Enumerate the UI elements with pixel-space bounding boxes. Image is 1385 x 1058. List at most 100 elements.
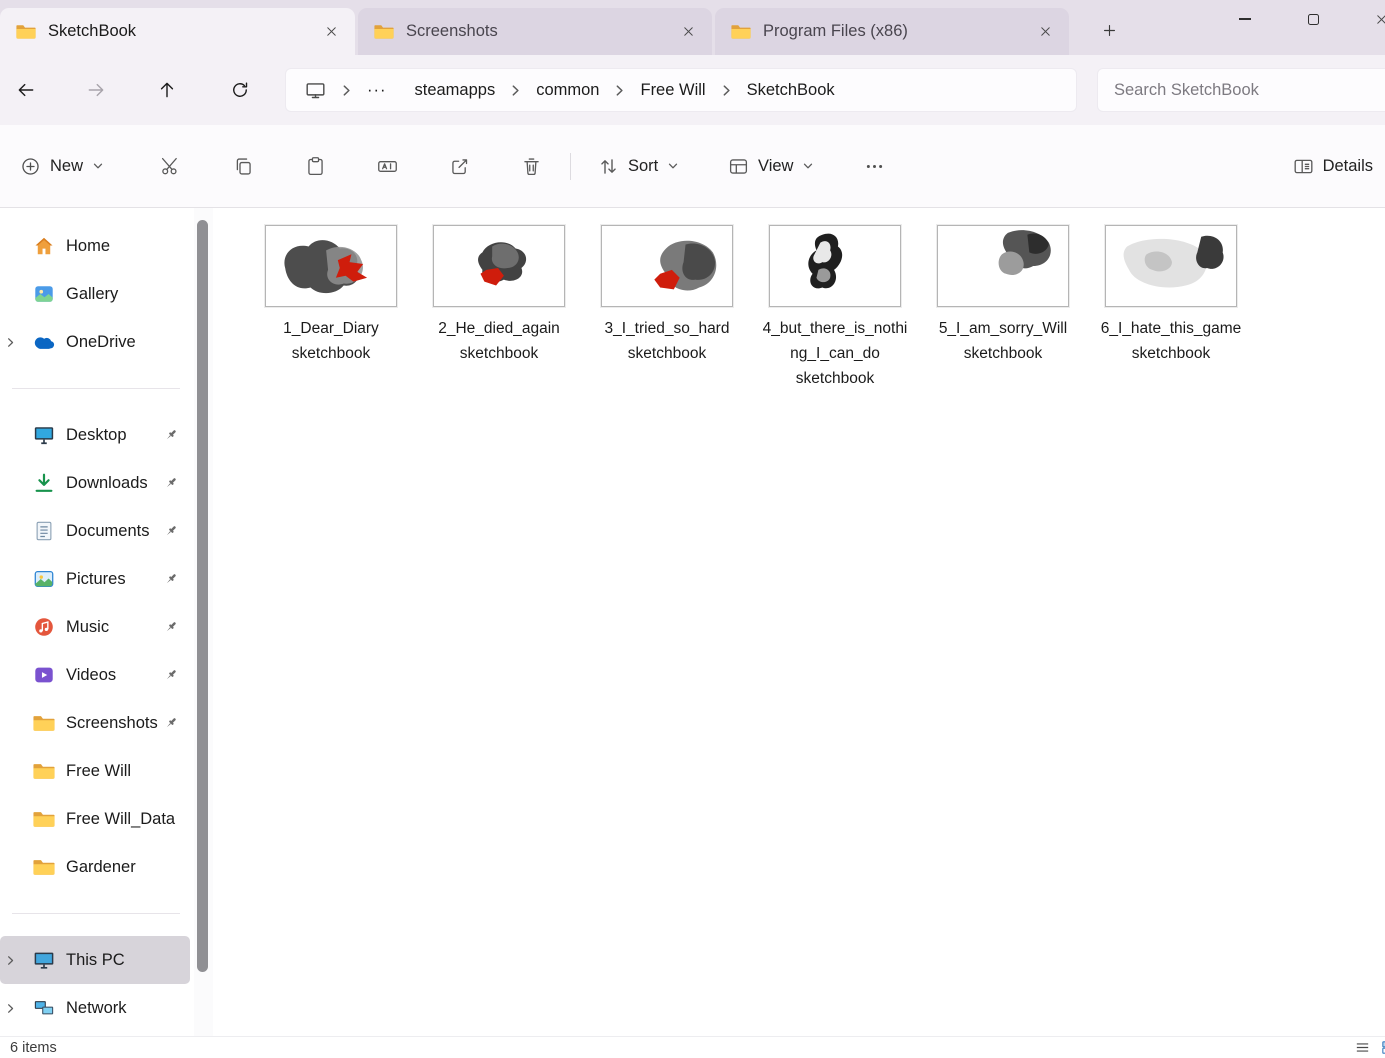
sort-arrows-icon (598, 156, 619, 177)
tab-sketchbook[interactable]: SketchBook (0, 8, 355, 55)
new-tab-button[interactable] (1091, 13, 1127, 47)
sidebar-item-onedrive[interactable]: OneDrive (0, 318, 190, 366)
paste-button[interactable] (293, 146, 337, 186)
downloads-icon (33, 472, 55, 494)
breadcrumb-this-pc[interactable] (294, 74, 337, 106)
view-button[interactable]: View (716, 146, 826, 186)
chevron-right-icon[interactable] (340, 84, 353, 97)
sidebar-item-label: Network (66, 998, 127, 1017)
sketch-image (998, 230, 1051, 276)
sidebar-item-pictures[interactable]: Pictures (0, 555, 190, 603)
details-view-toggle[interactable] (1350, 1037, 1374, 1058)
scissors-icon (160, 156, 181, 177)
up-button[interactable] (148, 72, 186, 108)
sidebar-item-downloads[interactable]: Downloads (0, 459, 190, 507)
sidebar-item-videos[interactable]: Videos (0, 651, 190, 699)
file-list-area[interactable]: 1_Dear_Diary sketchbook 2_He_died_again … (213, 208, 1385, 1036)
copy-button[interactable] (221, 146, 265, 186)
folder-icon (731, 23, 751, 40)
details-button[interactable]: Details (1283, 146, 1383, 186)
sidebar-item-label: Videos (66, 665, 117, 684)
search-input[interactable] (1098, 69, 1385, 111)
breadcrumb-overflow[interactable]: ··· (356, 74, 397, 106)
delete-button[interactable] (509, 146, 553, 186)
breadcrumb-item-common[interactable]: common (525, 74, 610, 106)
file-item[interactable]: 4_but_there_is_nothing_I_can_do sketchbo… (759, 224, 911, 391)
sidebar: Home Gallery OneDrive Desktop Downloads … (0, 208, 192, 1036)
file-name: 4_but_there_is_nothing_I_can_do sketchbo… (762, 320, 908, 387)
sidebar-divider (12, 913, 180, 914)
clipboard-icon (305, 156, 326, 177)
breadcrumb-item-free-will[interactable]: Free Will (629, 74, 716, 106)
tab-screenshots[interactable]: Screenshots (358, 8, 712, 55)
close-window-button[interactable] (1358, 0, 1385, 38)
sidebar-scrollbar[interactable] (194, 208, 213, 1036)
tab-program-files[interactable]: Program Files (x86) (715, 8, 1069, 55)
sidebar-item-home[interactable]: Home (0, 222, 190, 270)
file-item[interactable]: 2_He_died_again sketchbook (423, 224, 575, 366)
sidebar-item-this-pc[interactable]: This PC (0, 936, 190, 984)
rename-button[interactable] (365, 146, 409, 186)
maximize-button[interactable] (1290, 0, 1336, 38)
sidebar-item-network[interactable]: Network (0, 984, 190, 1032)
videos-icon (33, 664, 55, 686)
view-grid-icon (728, 156, 749, 177)
more-options-button[interactable] (852, 146, 896, 186)
tab-strip: SketchBook Screenshots Program Files (x8… (0, 0, 1385, 55)
tab-close-button[interactable] (317, 18, 345, 46)
thumbnail-view-toggle[interactable] (1376, 1037, 1385, 1058)
file-thumbnail (1104, 224, 1238, 308)
file-item[interactable]: 5_I_am_sorry_Will sketchbook (927, 224, 1079, 366)
file-item[interactable]: 1_Dear_Diary sketchbook (255, 224, 407, 366)
sketch-image (284, 240, 368, 294)
folder-icon (33, 808, 55, 830)
breadcrumb-item-sketchbook[interactable]: SketchBook (736, 74, 846, 106)
chevron-slot (0, 955, 20, 966)
file-item[interactable]: 3_I_tried_so_hard sketchbook (591, 224, 743, 366)
sidebar-item-music[interactable]: Music (0, 603, 190, 651)
forward-button[interactable] (77, 72, 115, 108)
minimize-button[interactable] (1222, 0, 1268, 38)
pictures-icon (33, 568, 55, 590)
sidebar-item-screenshots[interactable]: Screenshots (0, 699, 190, 747)
sort-button[interactable]: Sort (586, 146, 691, 186)
toolbar-divider (570, 153, 571, 180)
maximize-icon (1307, 13, 1319, 25)
sidebar-item-documents[interactable]: Documents (0, 507, 190, 555)
chevron-right-icon[interactable] (5, 337, 16, 348)
thumbnail-view-icon (1380, 1039, 1385, 1056)
scrollbar-thumb[interactable] (197, 220, 208, 972)
sidebar-item-gallery[interactable]: Gallery (0, 270, 190, 318)
sketch-image (1123, 235, 1224, 288)
sidebar-item-free-will-data[interactable]: Free Will_Data (0, 795, 190, 843)
back-button[interactable] (7, 72, 45, 108)
share-button[interactable] (437, 146, 481, 186)
sidebar-item-label: Gardener (66, 857, 136, 876)
sidebar-item-free-will[interactable]: Free Will (0, 747, 190, 795)
folder-icon (33, 760, 55, 782)
chevron-right-icon[interactable] (5, 955, 16, 966)
list-view-icon (1354, 1039, 1371, 1056)
trash-icon (521, 156, 542, 177)
new-button[interactable]: New (8, 146, 116, 186)
file-thumbnail (768, 224, 902, 308)
chevron-right-icon[interactable] (720, 84, 733, 97)
sketch-image (478, 242, 527, 286)
close-icon (324, 24, 339, 39)
tab-close-button[interactable] (674, 18, 702, 46)
sidebar-item-gardener[interactable]: Gardener (0, 843, 190, 891)
pin-icon (164, 572, 178, 586)
sidebar-item-desktop[interactable]: Desktop (0, 411, 190, 459)
refresh-button[interactable] (221, 72, 259, 108)
breadcrumb-item-steamapps[interactable]: steamapps (403, 74, 506, 106)
chevron-right-icon[interactable] (613, 84, 626, 97)
file-item[interactable]: 6_I_hate_this_game sketchbook (1095, 224, 1247, 366)
sort-button-label: Sort (628, 156, 659, 175)
tab-close-button[interactable] (1031, 18, 1059, 46)
chevron-right-icon[interactable] (509, 84, 522, 97)
chevron-right-icon[interactable] (5, 1003, 16, 1014)
sidebar-item-label: Documents (66, 521, 150, 540)
item-count: 6 items (10, 1040, 57, 1056)
sketch-image (654, 240, 717, 291)
cut-button[interactable] (148, 146, 192, 186)
